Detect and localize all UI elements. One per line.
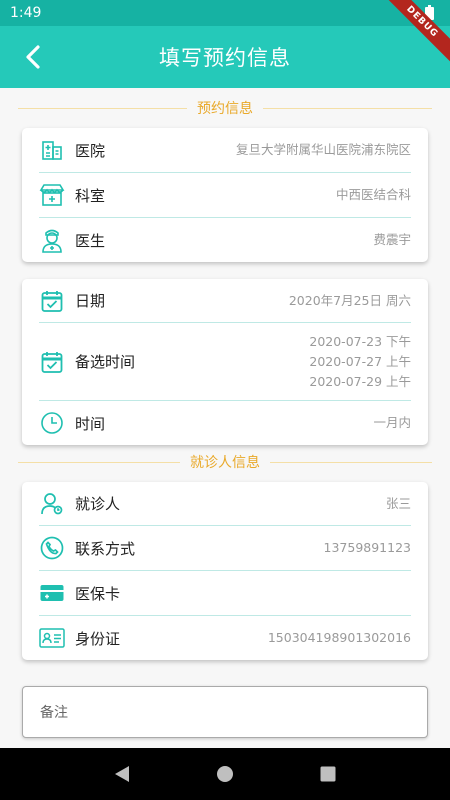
status-bar: 1:49 — [0, 0, 450, 26]
status-time: 1:49 — [10, 5, 42, 21]
doctor-value: 费震宇 — [373, 232, 411, 247]
page-title: 填写预约信息 — [159, 46, 291, 70]
hospital-label: 医院 — [75, 141, 106, 160]
nav-home-button[interactable] — [205, 754, 245, 794]
appointment-card: 医院 复旦大学附属华山医院浦东院区 科室 中西医结合科 医生 费震宇 — [22, 128, 428, 262]
date-label: 日期 — [75, 292, 106, 310]
section-header-patient: 就诊人信息 — [18, 452, 432, 472]
nav-back-button[interactable] — [102, 754, 142, 794]
chevron-left-icon — [26, 45, 40, 69]
date-value: 2020年7月25日 周六 — [288, 292, 411, 308]
notes-input[interactable]: 备注 — [22, 686, 428, 738]
alternate-time-3: 2020-07-29 上午 — [309, 373, 411, 389]
phone-icon — [39, 535, 65, 561]
circle-home-icon — [216, 766, 233, 782]
alternate-time-2: 2020-07-27 上午 — [309, 353, 411, 369]
hospital-value: 复旦大学附属华山医院浦东院区 — [235, 142, 411, 157]
hospital-icon — [39, 137, 65, 163]
section-header-appointment: 预约信息 — [18, 98, 432, 118]
hospital-row[interactable]: 医院 复旦大学附属华山医院浦东院区 — [39, 128, 411, 173]
department-value: 中西医结合科 — [335, 187, 411, 202]
patient-row[interactable]: 就诊人 张三 — [39, 482, 411, 526]
contact-row[interactable]: 联系方式 13759891123 — [39, 526, 411, 571]
doctor-label: 医生 — [75, 231, 106, 250]
contact-value: 13759891123 — [323, 540, 411, 555]
patient-value: 张三 — [385, 495, 411, 511]
id-card-row[interactable]: 身份证 150304198901302016 — [39, 616, 411, 660]
id-card-label: 身份证 — [75, 629, 121, 648]
alternate-time-label: 备选时间 — [75, 353, 136, 371]
clinic-icon — [39, 182, 65, 208]
notes-placeholder: 备注 — [40, 705, 68, 721]
square-recents-icon — [320, 766, 336, 782]
time-value: 一月内 — [373, 415, 411, 430]
patient-label: 就诊人 — [75, 495, 121, 513]
alternate-time-1: 2020-07-23 下午 — [309, 333, 411, 349]
schedule-card: 日期 2020年7月25日 周六 备选时间 2020-07-23 下午 2020… — [22, 279, 428, 445]
clock-icon — [39, 410, 65, 436]
calendar-check-icon — [39, 349, 65, 375]
alternate-time-list: 2020-07-23 下午 2020-07-27 上午 2020-07-29 上… — [309, 332, 411, 392]
id-card-icon — [39, 625, 65, 651]
doctor-row[interactable]: 医生 费震宇 — [39, 218, 411, 262]
insurance-card-label: 医保卡 — [75, 584, 121, 603]
doctor-icon — [39, 227, 65, 253]
back-button[interactable] — [16, 40, 50, 74]
triangle-back-icon — [114, 766, 129, 782]
person-icon — [39, 491, 65, 517]
system-nav-bar — [0, 748, 450, 800]
calendar-icon — [39, 288, 65, 314]
patient-card: 就诊人 张三 联系方式 13759891123 医保卡 身份证 15030419… — [22, 482, 428, 660]
time-row[interactable]: 时间 一月内 — [39, 401, 411, 445]
section-title-patient: 就诊人信息 — [190, 455, 260, 471]
alternate-time-row[interactable]: 备选时间 2020-07-23 下午 2020-07-27 上午 2020-07… — [39, 323, 411, 401]
contact-label: 联系方式 — [75, 539, 136, 558]
insurance-card-row[interactable]: 医保卡 — [39, 571, 411, 616]
department-row[interactable]: 科室 中西医结合科 — [39, 173, 411, 218]
department-label: 科室 — [75, 186, 106, 205]
app-bar: 填写预约信息 — [0, 26, 450, 88]
id-card-value: 150304198901302016 — [267, 630, 411, 645]
section-title-appointment: 预约信息 — [197, 101, 253, 117]
date-row[interactable]: 日期 2020年7月25日 周六 — [39, 279, 411, 323]
card-icon — [39, 580, 65, 606]
time-label: 时间 — [75, 414, 106, 433]
nav-recents-button[interactable] — [308, 754, 348, 794]
